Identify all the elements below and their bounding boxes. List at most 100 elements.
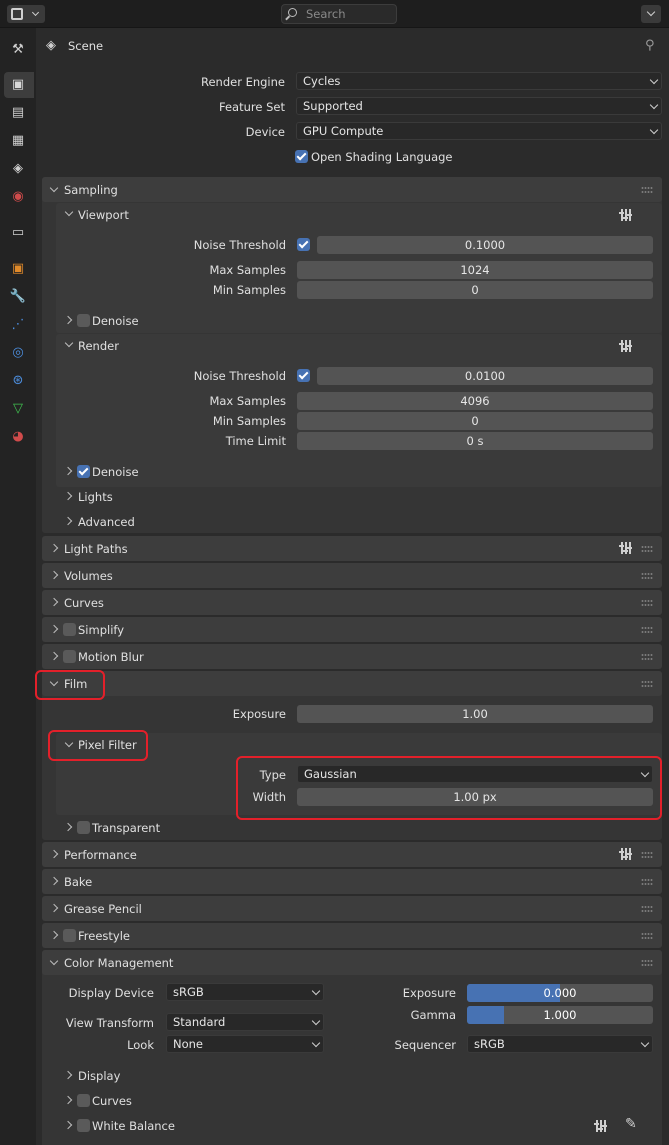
white-balance-label[interactable]: White Balance [92,1118,175,1134]
drag-handle-icon[interactable] [641,653,653,661]
render-tab-icon[interactable]: ▣ [9,76,27,94]
view-layer-tab-icon[interactable]: ▦ [9,132,27,150]
eyedropper-icon[interactable]: ✎ [625,1116,637,1132]
white-balance-checkbox[interactable] [77,1119,90,1132]
top-header: Search [0,0,669,28]
transparent-checkbox[interactable] [77,821,90,834]
render-engine-select[interactable]: Cycles [296,72,662,90]
presets-icon[interactable] [619,848,633,860]
collection-tab-icon[interactable]: ▭ [9,224,27,242]
render-max-samples-field[interactable]: 4096 [297,392,653,410]
motion-blur-checkbox[interactable] [63,650,76,663]
bake-panel[interactable] [42,869,662,894]
object-tab-icon[interactable]: ▣ [9,260,27,278]
view-transform-select[interactable]: Standard [166,1013,324,1031]
advanced-label[interactable]: Advanced [78,514,135,530]
osl-checkbox[interactable] [295,150,308,163]
light-paths-label: Light Paths [64,542,128,556]
viewport-noise-threshold-label: Noise Threshold [193,238,286,252]
render-noise-threshold-checkbox[interactable] [297,369,310,382]
cm-exposure-slider[interactable]: 0.000 [467,984,653,1002]
look-select[interactable]: None [166,1035,324,1053]
device-select[interactable]: GPU Compute [296,122,662,140]
constraints-tab-icon[interactable]: ⊛ [9,372,27,390]
modifier-tab-icon[interactable]: 🔧 [9,288,27,306]
freestyle-checkbox[interactable] [63,929,76,942]
sequencer-value: sRGB [474,1037,505,1051]
volumes-panel[interactable] [42,563,662,588]
presets-icon[interactable] [619,340,633,352]
cm-gamma-label: Gamma [410,1008,456,1022]
cm-display-label[interactable]: Display [78,1068,120,1084]
display-device-select[interactable]: sRGB [166,983,324,1001]
particles-tab-icon[interactable]: ⋰ [9,316,27,334]
viewport-title[interactable]: Viewport [78,207,129,223]
simplify-checkbox[interactable] [63,623,76,636]
volumes-label: Volumes [64,569,113,583]
drag-handle-icon[interactable] [641,599,653,607]
drag-handle-icon[interactable] [641,878,653,886]
physics-tab-icon[interactable]: ◎ [9,344,27,362]
render-min-samples-field[interactable]: 0 [297,412,653,430]
cm-gamma-slider[interactable]: 1.000 [467,1006,653,1024]
viewport-min-samples-field[interactable]: 0 [297,281,653,299]
scene-tab-icon[interactable]: ◈ [9,160,27,178]
material-tab-icon[interactable]: ◕ [9,428,27,446]
transparent-label[interactable]: Transparent [92,820,160,836]
light-paths-panel[interactable] [42,536,662,561]
search-input[interactable]: Search [281,4,397,24]
world-tab-icon[interactable]: ◉ [9,188,27,206]
drag-handle-icon[interactable] [641,186,653,194]
render-title[interactable]: Render [78,338,119,354]
render-denoise-label[interactable]: Denoise [92,464,139,480]
sampling-panel-header[interactable] [42,177,662,202]
tool-tab-icon[interactable]: ⚒ [9,41,27,59]
viewport-denoise-label[interactable]: Denoise [92,313,139,329]
render-noise-threshold-label: Noise Threshold [193,369,286,383]
render-engine-label: Render Engine [200,75,285,89]
viewport-min-samples-label: Min Samples [212,283,286,297]
chevron-down-icon [311,986,321,996]
chevron-down-icon [649,100,659,110]
presets-icon[interactable] [619,209,633,221]
viewport-max-samples-field[interactable]: 1024 [297,261,653,279]
chevron-down-icon [646,7,656,17]
drag-handle-icon[interactable] [641,905,653,913]
options-dropdown-button[interactable] [641,5,661,23]
chevron-down-icon [649,75,659,85]
pixel-filter-highlight [48,730,148,761]
pin-icon[interactable]: ⚲ [645,38,655,53]
drag-handle-icon[interactable] [641,545,653,553]
film-exposure-field[interactable]: 1.00 [297,705,653,723]
chevron-down-icon [311,1038,321,1048]
osl-label: Open Shading Language [311,150,453,164]
curves-panel[interactable] [42,590,662,615]
cm-curves-checkbox[interactable] [77,1094,90,1107]
drag-handle-icon[interactable] [641,851,653,859]
presets-icon[interactable] [594,1120,608,1132]
drag-handle-icon[interactable] [641,959,653,967]
sequencer-select[interactable]: sRGB [467,1035,653,1053]
simplify-panel[interactable] [42,617,662,642]
drag-handle-icon[interactable] [641,626,653,634]
render-denoise-checkbox[interactable] [77,465,90,478]
presets-icon[interactable] [619,542,633,554]
viewport-denoise-checkbox[interactable] [77,314,90,327]
drag-handle-icon[interactable] [641,680,653,688]
drag-handle-icon[interactable] [641,572,653,580]
lights-label[interactable]: Lights [78,489,113,505]
freestyle-panel[interactable] [42,923,662,948]
data-tab-icon[interactable]: ▽ [9,400,27,418]
drag-handle-icon[interactable] [641,932,653,940]
render-time-limit-field[interactable]: 0 s [297,432,653,450]
editor-type-button[interactable] [7,5,45,23]
output-tab-icon[interactable]: ▤ [9,104,27,122]
context-title: Scene [68,39,104,53]
cm-curves-label[interactable]: Curves [92,1093,132,1109]
render-noise-threshold-field[interactable]: 0.0100 [317,367,653,385]
viewport-noise-threshold-checkbox[interactable] [297,238,310,251]
film-panel-header[interactable] [42,671,662,696]
viewport-noise-threshold-field[interactable]: 0.1000 [317,236,653,254]
feature-set-select[interactable]: Supported [296,97,662,115]
viewport-max-samples-label: Max Samples [209,263,286,277]
